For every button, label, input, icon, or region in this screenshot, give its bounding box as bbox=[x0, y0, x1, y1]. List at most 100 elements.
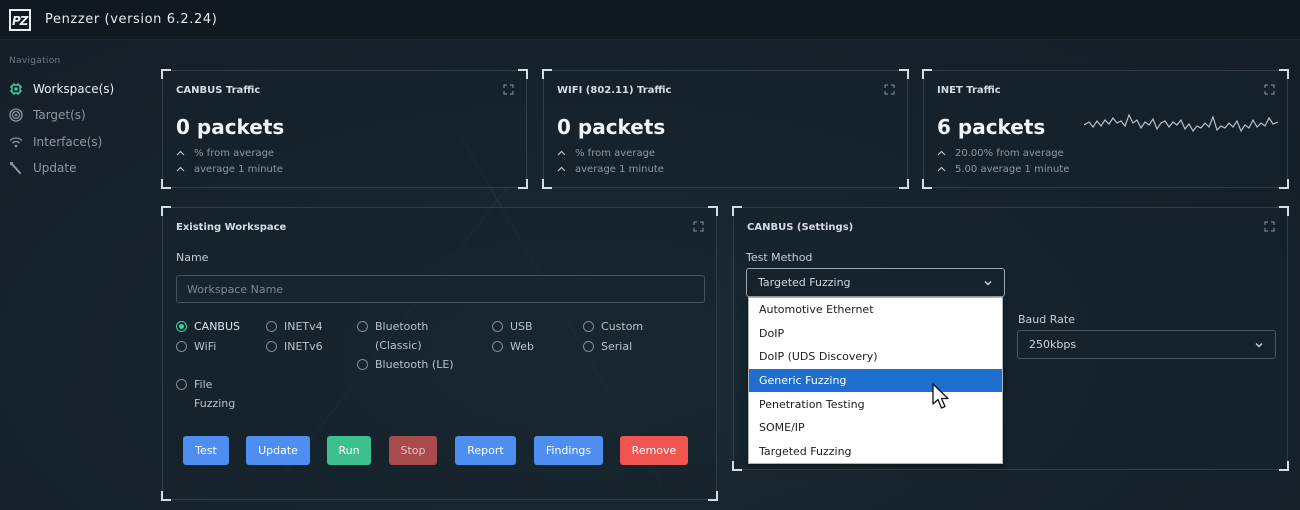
stat-from-average: 20.00% from average bbox=[937, 148, 1064, 159]
radio-circle bbox=[357, 321, 368, 332]
chevron-up-icon bbox=[937, 164, 947, 175]
stat-average-minute: average 1 minute bbox=[557, 164, 664, 175]
radio-label: Custom bbox=[601, 320, 644, 333]
findings-button[interactable]: Findings bbox=[534, 436, 603, 465]
radio-file-fuzzing[interactable]: File Fuzzing bbox=[176, 375, 246, 413]
radio-custom[interactable]: Custom bbox=[583, 317, 643, 336]
test-method-select[interactable]: Targeted Fuzzing bbox=[746, 268, 1005, 297]
radio-label: File Fuzzing bbox=[194, 378, 236, 410]
workspace-name-input[interactable] bbox=[176, 275, 705, 303]
expand-icon[interactable] bbox=[1264, 221, 1275, 232]
radio-circle bbox=[583, 341, 594, 352]
report-button[interactable]: Report bbox=[455, 436, 516, 465]
packet-count: 6 packets bbox=[937, 115, 1046, 139]
radio-bluetooth-le[interactable]: Bluetooth (LE) bbox=[357, 355, 454, 374]
nav-item-update[interactable]: Update bbox=[8, 159, 76, 177]
stat-from-average: % from average bbox=[176, 148, 274, 159]
chevron-up-icon bbox=[176, 164, 186, 175]
chip-icon bbox=[8, 81, 24, 97]
chevron-up-icon bbox=[937, 148, 947, 159]
radio-label: Serial bbox=[601, 340, 633, 353]
dropdown-option[interactable]: DoIP (UDS Discovery) bbox=[749, 345, 1002, 369]
nav-item-interfaces[interactable]: Interface(s) bbox=[8, 133, 102, 151]
radio-circle bbox=[492, 341, 503, 352]
nav-item-targets[interactable]: Target(s) bbox=[8, 106, 86, 124]
stop-button[interactable]: Stop bbox=[389, 436, 437, 465]
nav-item-workspaces[interactable]: Workspace(s) bbox=[8, 80, 114, 98]
radio-circle bbox=[176, 341, 187, 352]
radio-circle bbox=[266, 341, 277, 352]
radio-web[interactable]: Web bbox=[492, 337, 534, 356]
stat-text: % from average bbox=[575, 148, 656, 159]
baud-rate-select[interactable]: 250kbps bbox=[1017, 330, 1276, 359]
stat-text: 5.00 average 1 minute bbox=[955, 164, 1070, 175]
radio-serial[interactable]: Serial bbox=[583, 337, 632, 356]
expand-icon[interactable] bbox=[1264, 84, 1275, 95]
stat-from-average: % from average bbox=[557, 148, 655, 159]
radio-label: CANBUS bbox=[194, 320, 241, 333]
run-button[interactable]: Run bbox=[327, 436, 371, 465]
radio-circle bbox=[176, 379, 187, 390]
dropdown-option-highlighted[interactable]: Generic Fuzzing bbox=[749, 368, 1002, 393]
dropdown-option[interactable]: SOME/IP bbox=[749, 416, 1002, 440]
mouse-cursor-icon bbox=[932, 383, 949, 409]
radio-bluetooth-classic[interactable]: Bluetooth (Classic) bbox=[357, 317, 452, 355]
nav-item-label: Update bbox=[33, 161, 77, 175]
radio-label: WiFi bbox=[194, 340, 217, 353]
packet-count: 0 packets bbox=[557, 115, 666, 139]
radio-canbus[interactable]: CANBUS bbox=[176, 317, 240, 336]
chevron-down-icon bbox=[1255, 343, 1263, 348]
expand-icon[interactable] bbox=[693, 221, 704, 232]
radio-label: USB bbox=[510, 320, 533, 333]
radio-label: Bluetooth (Classic) bbox=[375, 320, 429, 352]
stat-average-minute: 5.00 average 1 minute bbox=[937, 164, 1069, 175]
svg-text:PZ: PZ bbox=[12, 14, 29, 27]
chevron-up-icon bbox=[557, 148, 567, 159]
radio-label: Web bbox=[510, 340, 534, 353]
radio-label: INETv6 bbox=[284, 340, 323, 353]
nav-item-label: Workspace(s) bbox=[33, 82, 115, 96]
wifi-traffic-panel: WIFI (802.11) Traffic 0 packets % from a… bbox=[542, 69, 909, 189]
app-title: Penzzer (version 6.2.24) bbox=[45, 12, 218, 27]
select-value: Targeted Fuzzing bbox=[758, 276, 851, 289]
dropdown-option[interactable]: Automotive Ethernet bbox=[749, 298, 1002, 322]
radio-usb[interactable]: USB bbox=[492, 317, 533, 336]
stat-text: 20.00% from average bbox=[955, 148, 1064, 159]
stat-average-minute: average 1 minute bbox=[176, 164, 283, 175]
nav-heading: Navigation bbox=[9, 56, 61, 66]
expand-icon[interactable] bbox=[503, 84, 514, 95]
test-method-label: Test Method bbox=[746, 251, 813, 264]
dropdown-option[interactable]: Penetration Testing bbox=[749, 392, 1002, 416]
packet-count: 0 packets bbox=[176, 115, 285, 139]
expand-icon[interactable] bbox=[884, 84, 895, 95]
panel-title: Existing Workspace bbox=[176, 222, 287, 233]
update-button[interactable]: Update bbox=[246, 436, 310, 465]
radio-inetv6[interactable]: INETv6 bbox=[266, 337, 323, 356]
panel-title: INET Traffic bbox=[937, 85, 1001, 96]
canbus-traffic-panel: CANBUS Traffic 0 packets % from average … bbox=[161, 69, 528, 189]
radio-circle bbox=[266, 321, 277, 332]
radio-label: INETv4 bbox=[284, 320, 323, 333]
remove-button[interactable]: Remove bbox=[620, 436, 688, 465]
radio-wifi[interactable]: WiFi bbox=[176, 337, 216, 356]
radio-inetv4[interactable]: INETv4 bbox=[266, 317, 323, 336]
dropdown-option[interactable]: Targeted Fuzzing bbox=[749, 440, 1002, 464]
chevron-up-icon bbox=[557, 164, 567, 175]
dropdown-option[interactable]: DoIP bbox=[749, 322, 1002, 346]
inet-traffic-panel: INET Traffic 6 packets 20.00% from avera… bbox=[922, 69, 1289, 189]
nav-item-label: Target(s) bbox=[33, 108, 86, 122]
panel-title: CANBUS Traffic bbox=[176, 85, 261, 96]
app-logo: PZ bbox=[9, 8, 31, 31]
radio-circle bbox=[492, 321, 503, 332]
radio-circle bbox=[357, 359, 368, 370]
wifi-icon bbox=[8, 134, 24, 150]
stat-text: average 1 minute bbox=[575, 164, 664, 175]
stat-text: average 1 minute bbox=[194, 164, 283, 175]
panel-title: CANBUS (Settings) bbox=[747, 222, 854, 233]
traffic-sparkline bbox=[1084, 113, 1278, 133]
test-button[interactable]: Test bbox=[183, 436, 229, 465]
update-icon bbox=[8, 160, 24, 176]
nav-item-label: Interface(s) bbox=[33, 135, 103, 149]
test-method-dropdown: Automotive Ethernet DoIP DoIP (UDS Disco… bbox=[748, 297, 1003, 464]
chevron-down-icon bbox=[984, 281, 992, 286]
